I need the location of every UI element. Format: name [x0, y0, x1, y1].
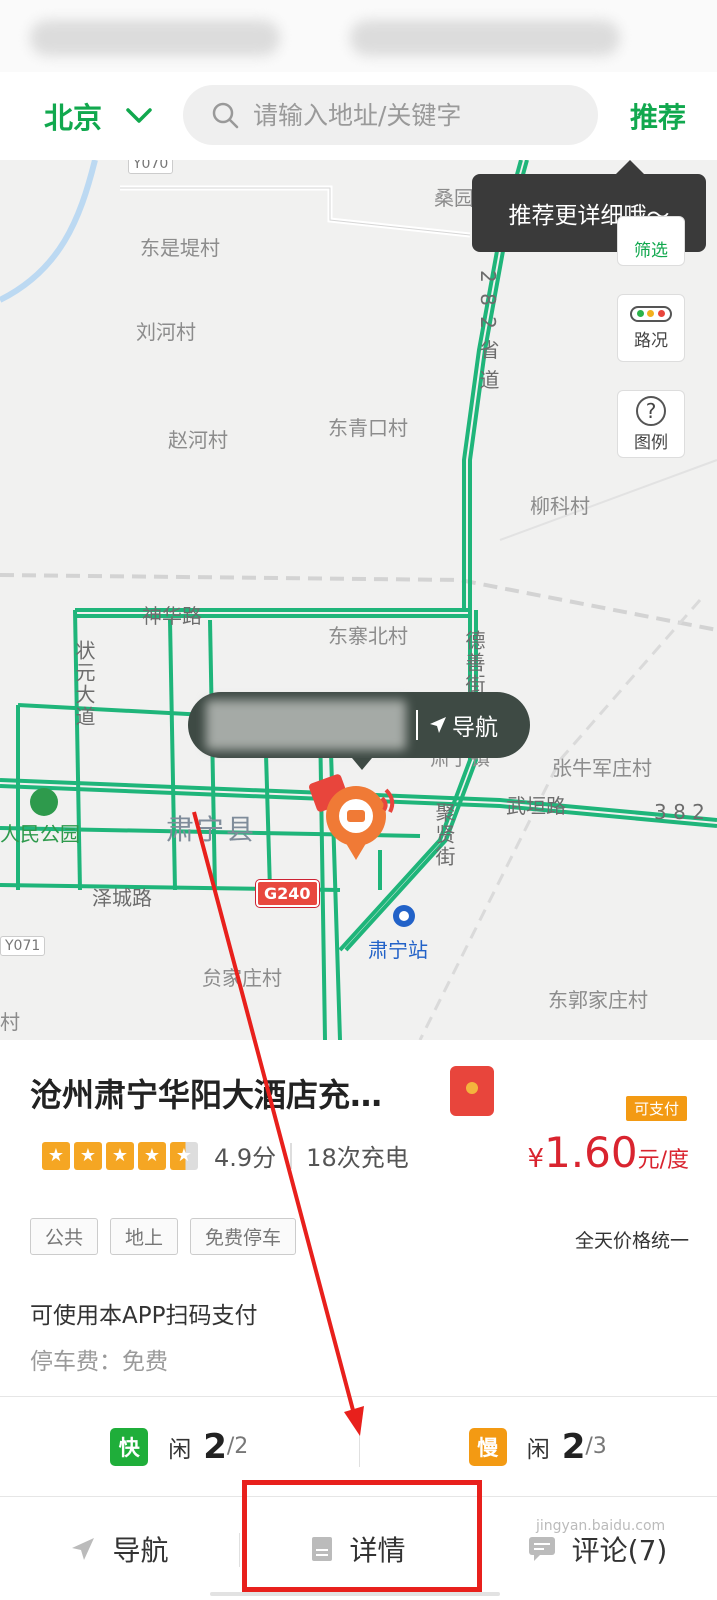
star-icon: ★	[106, 1141, 134, 1170]
star-icon: ★	[42, 1141, 70, 1170]
blurred-status-right	[350, 20, 620, 56]
map-label-station: 肃宁站	[368, 938, 428, 962]
blurred-status-left	[30, 20, 280, 56]
fast-idle-label: 闲	[168, 1436, 192, 1463]
navigate-button[interactable]: 导航	[0, 1497, 239, 1600]
half-star-icon: ★	[170, 1141, 198, 1170]
bubble-nav-label: 导航	[452, 715, 498, 741]
traffic-label: 路况	[634, 330, 668, 351]
road-label-282: 2 8 2 省 道	[476, 270, 500, 392]
map-label: 东寨北村	[328, 624, 408, 648]
slow-idle-label: 闲	[526, 1436, 550, 1463]
blurred-station-name	[206, 700, 406, 750]
map-label: 柳科村	[530, 494, 590, 518]
map-label: 东郭家庄村	[548, 988, 648, 1012]
search-input[interactable]	[253, 100, 573, 130]
price: ¥ 1.60 元/度	[528, 1128, 689, 1177]
city-label: 北京	[44, 101, 103, 135]
slow-badge: 慢	[468, 1427, 507, 1466]
recommend-button[interactable]: 推荐	[630, 94, 686, 138]
map-view[interactable]: Y070 桑园村 东是堤村 刘河村 赵河村 东青口村 柳科村 2 8 2 省 道…	[0, 160, 717, 1040]
navigate-label: 导航	[112, 1533, 169, 1567]
legend-label: 图例	[634, 432, 668, 453]
filter-label: 筛选	[634, 240, 668, 261]
road-label-382: 3 8 2	[654, 800, 705, 824]
map-label-county: 肃宁县	[166, 813, 257, 846]
road-label-shenhua: 神华路	[142, 604, 202, 628]
map-label: 村	[0, 1010, 20, 1034]
road-label-dexian: 德善街	[462, 630, 486, 696]
road-tag-y071: Y071	[0, 936, 46, 956]
charge-count: 18次充电	[306, 1144, 409, 1172]
map-label: 赵河村	[168, 428, 228, 452]
search-icon	[212, 102, 239, 129]
question-icon: ?	[636, 395, 666, 426]
map-label: 贠家庄村	[202, 966, 282, 990]
road-label-juxian: 聚贤街	[432, 802, 456, 868]
home-indicator	[210, 1592, 500, 1596]
road-tag-y070: Y070	[128, 160, 174, 174]
traffic-button[interactable]: 路况	[617, 294, 685, 362]
map-label: 东是堤村	[140, 236, 220, 260]
top-search-bar: 北京 推荐	[0, 72, 717, 160]
price-value: 1.60	[544, 1128, 638, 1177]
tag-free-parking: 免费停车	[190, 1218, 297, 1255]
fast-total: /2	[226, 1434, 249, 1459]
fast-badge: 快	[110, 1427, 149, 1466]
chevron-down-icon	[126, 108, 152, 123]
navigation-arrow-icon	[430, 717, 446, 733]
station-nav-bubble[interactable]: 导航	[188, 692, 530, 770]
tag-public: 公共	[30, 1218, 99, 1255]
road-label-wuyuan: 武垣路	[506, 794, 566, 818]
station-tags: 公共 地上 免费停车	[30, 1218, 308, 1255]
rating-score: 4.9分	[214, 1144, 277, 1172]
fast-available: 2	[203, 1426, 227, 1467]
station-title: 沧州肃宁华阳大酒店充…	[30, 1076, 383, 1114]
tag-aboveground: 地上	[110, 1218, 179, 1255]
filter-button[interactable]: 筛选	[617, 216, 685, 266]
status-bar	[0, 0, 717, 72]
comment-icon	[528, 1536, 555, 1561]
highway-shield-g240: G240	[256, 880, 319, 907]
bubble-divider	[416, 710, 418, 740]
bubble-nav-button[interactable]: 导航	[428, 708, 498, 742]
search-box[interactable]	[183, 85, 598, 145]
city-selector[interactable]: 北京	[44, 94, 154, 138]
traffic-light-icon	[630, 305, 672, 322]
payable-badge: 可支付	[626, 1096, 688, 1121]
reviews-button[interactable]: 评论(7)	[478, 1497, 717, 1600]
star-icon: ★	[138, 1141, 166, 1170]
divider	[290, 1142, 293, 1169]
map-label-park: 人民公园	[0, 822, 80, 846]
road-label-zecheng: 泽城路	[92, 886, 152, 910]
red-packet-icon[interactable]	[450, 1066, 494, 1116]
price-unit: 元/度	[637, 1148, 689, 1173]
slow-available: 2	[561, 1426, 586, 1467]
star-icon: ★	[74, 1141, 102, 1170]
station-rating: ★ ★ ★ ★ ★ 4.9分 18次充电	[42, 1138, 409, 1173]
pay-info: 可使用本APP扫码支付	[30, 1303, 258, 1329]
legend-button[interactable]: ? 图例	[617, 390, 685, 458]
reviews-label: 评论(7)	[571, 1533, 668, 1567]
slow-total: /3	[585, 1434, 607, 1459]
charger-pin-icon[interactable]	[306, 768, 402, 864]
parking-fee: 停车费：免费	[30, 1349, 168, 1375]
watermark: jingyan.baidu.com	[536, 1518, 666, 1534]
map-label: 张牛军庄村	[552, 756, 652, 780]
navigation-arrow-icon	[72, 1537, 95, 1560]
map-label: 东青口村	[328, 416, 408, 440]
price-currency: ¥	[527, 1144, 545, 1174]
flat-price-note: 全天价格统一	[574, 1230, 689, 1252]
map-label: 刘河村	[136, 320, 196, 344]
road-label-zhuangyuan: 状元大道	[72, 640, 96, 728]
annotation-highlight-box	[242, 1480, 482, 1592]
